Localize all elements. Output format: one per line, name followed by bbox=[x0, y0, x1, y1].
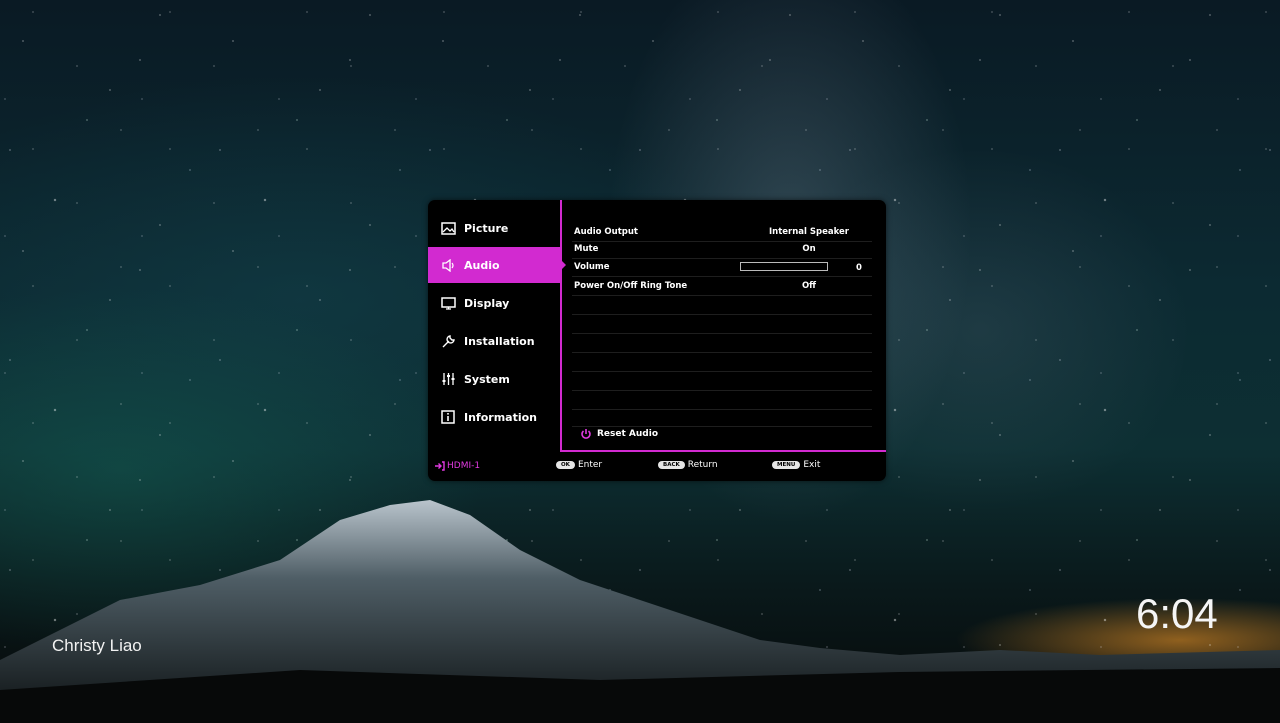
input-source[interactable]: HDMI-1 bbox=[434, 461, 480, 471]
reset-audio-button[interactable]: Reset Audio bbox=[580, 428, 658, 440]
sidebar-item-label: System bbox=[464, 372, 510, 386]
setting-label: Volume bbox=[574, 262, 610, 272]
speaker-icon bbox=[440, 257, 456, 273]
menu-sidebar: Picture Audio Display Installation Syste… bbox=[428, 200, 566, 452]
reset-audio-label: Reset Audio bbox=[597, 429, 659, 439]
input-source-label: HDMI-1 bbox=[447, 461, 481, 471]
empty-row bbox=[572, 372, 872, 391]
clock: 6:04 bbox=[1136, 590, 1218, 637]
volume-value: 0 bbox=[856, 263, 862, 273]
input-source-icon bbox=[434, 461, 445, 471]
hint-label: Exit bbox=[803, 460, 821, 470]
settings-menu: Picture Audio Display Installation Syste… bbox=[428, 200, 886, 481]
sidebar-item-label: Audio bbox=[464, 258, 500, 272]
sidebar-item-label: Display bbox=[464, 296, 510, 310]
setting-label: Power On/Off Ring Tone bbox=[574, 281, 688, 291]
setting-value: Internal Speaker bbox=[769, 227, 849, 237]
setting-row-volume[interactable]: Volume 0 bbox=[572, 258, 872, 277]
empty-row bbox=[572, 334, 872, 353]
ok-key-pill: OK bbox=[556, 461, 575, 469]
picture-icon bbox=[440, 220, 456, 236]
sidebar-item-picture[interactable]: Picture bbox=[428, 210, 560, 246]
wrench-icon bbox=[440, 333, 456, 349]
empty-row bbox=[572, 315, 872, 334]
menu-key-pill: MENU bbox=[772, 461, 801, 469]
back-key-pill: BACK bbox=[658, 461, 685, 469]
setting-label: Audio Output bbox=[574, 227, 638, 237]
setting-value: On bbox=[802, 244, 816, 254]
sidebar-item-audio[interactable]: Audio bbox=[428, 247, 566, 283]
menu-footer: HDMI-1 OK Enter BACK Return MENU Exit bbox=[428, 456, 886, 478]
setting-row-ring-tone[interactable]: Power On/Off Ring Tone Off bbox=[572, 277, 872, 296]
empty-row bbox=[572, 408, 872, 427]
sidebar-item-label: Installation bbox=[464, 334, 535, 348]
sidebar-item-label: Picture bbox=[464, 221, 509, 235]
user-name: Christy Liao bbox=[52, 636, 142, 655]
volume-slider[interactable] bbox=[740, 262, 828, 271]
setting-value: Off bbox=[801, 281, 817, 291]
hint-enter: OK Enter bbox=[556, 460, 602, 470]
sidebar-item-display[interactable]: Display bbox=[428, 285, 560, 321]
power-icon bbox=[580, 428, 592, 440]
sidebar-item-information[interactable]: Information bbox=[428, 399, 560, 435]
empty-row bbox=[572, 353, 872, 372]
hint-exit: MENU Exit bbox=[772, 460, 820, 470]
hint-return: BACK Return bbox=[658, 460, 718, 470]
hint-label: Return bbox=[687, 460, 718, 470]
sidebar-item-installation[interactable]: Installation bbox=[428, 323, 560, 359]
sidebar-item-system[interactable]: System bbox=[428, 361, 560, 397]
sidebar-item-label: Information bbox=[464, 410, 537, 424]
empty-row bbox=[572, 296, 872, 315]
info-icon bbox=[440, 409, 456, 425]
monitor-icon bbox=[440, 295, 456, 311]
setting-label: Mute bbox=[574, 244, 599, 254]
setting-row-mute[interactable]: Mute On bbox=[572, 240, 872, 259]
sliders-icon bbox=[440, 371, 456, 387]
hint-label: Enter bbox=[577, 460, 603, 470]
audio-settings-panel: Audio Output Internal Speaker Mute On Vo… bbox=[560, 200, 886, 452]
